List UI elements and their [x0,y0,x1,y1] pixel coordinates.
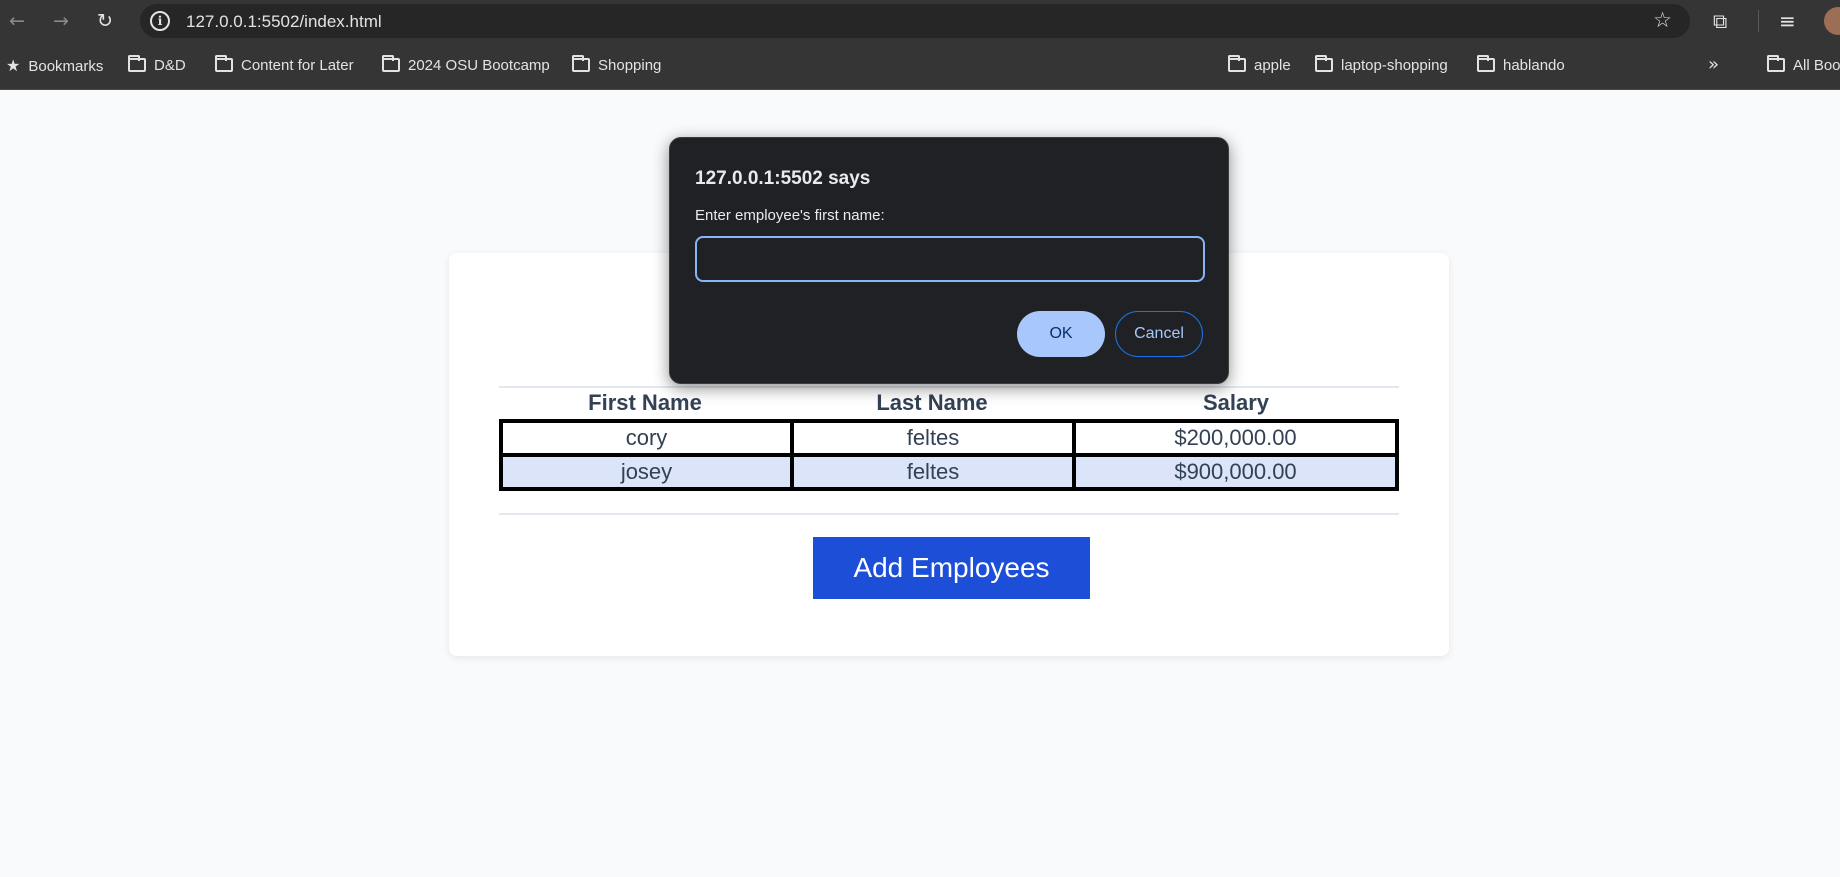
table-row: cory feltes $200,000.00 [503,423,1395,453]
cell-first-name: josey [503,457,790,487]
reload-icon[interactable]: ↻ [92,8,118,34]
bookmark-folder-dnd[interactable]: D&D [128,55,186,76]
dialog-title: 127.0.0.1:5502 says [695,168,871,189]
folder-icon [1315,55,1333,72]
back-arrow-icon[interactable]: ← [4,8,30,34]
header-salary: Salary [1202,390,1270,415]
header-last-name: Last Name [876,390,988,415]
divider-bottom [499,513,1399,515]
browser-toolbar: ← → ↻ i 127.0.0.1:5502/index.html ☆ ⧉ ≡ [0,0,1840,42]
cell-last-name: feltes [794,423,1072,453]
cell-salary: $900,000.00 [1076,457,1395,487]
bookmark-folder-shopping[interactable]: Shopping [572,55,661,76]
cancel-button[interactable]: Cancel [1115,311,1203,357]
url-text[interactable]: 127.0.0.1:5502/index.html [186,12,382,32]
bookmark-folder-apple[interactable]: apple [1228,55,1291,76]
bookmark-folder-content-for-later[interactable]: Content for Later [215,55,354,76]
forward-arrow-icon[interactable]: → [48,8,74,34]
folder-icon [572,55,590,72]
profile-avatar[interactable] [1824,7,1840,35]
folder-icon [382,55,400,72]
star-icon: ★ [6,56,21,75]
dialog-message: Enter employee's first name: [695,207,885,224]
bookmarks-bar: ★ Bookmarks D&D Content for Later 2024 OS… [0,42,1840,90]
roster-table-body: cory feltes $200,000.00 josey feltes $90… [499,419,1399,491]
bookmark-star-icon[interactable]: ☆ [1653,8,1672,32]
bookmarks-overflow-button[interactable]: » [1708,54,1719,75]
cell-last-name: feltes [794,457,1072,487]
folder-icon [215,55,233,72]
toolbar-separator [1758,10,1759,32]
extensions-icon[interactable]: ⧉ [1713,8,1727,34]
site-info-icon[interactable]: i [150,11,170,31]
cell-first-name: cory [503,423,790,453]
address-bar[interactable]: i 127.0.0.1:5502/index.html ☆ [140,4,1690,38]
roster-table-header: First Name Last Name Salary [499,388,1399,418]
bookmark-folder-hablando[interactable]: hablando [1477,55,1565,76]
folder-icon [128,55,146,72]
bookmark-folder-osu-bootcamp[interactable]: 2024 OSU Bootcamp [382,55,550,76]
add-employees-button[interactable]: Add Employees [813,537,1090,599]
first-name-input[interactable] [695,236,1205,282]
prompt-dialog: 127.0.0.1:5502 says Enter employee's fir… [669,137,1229,384]
header-first-name: First Name [588,390,702,415]
cell-salary: $200,000.00 [1076,423,1395,453]
folder-icon [1767,55,1785,72]
folder-icon [1228,55,1246,72]
bookmark-folder-all-bookmarks[interactable]: All Boo [1767,55,1840,76]
bookmark-folder-laptop-shopping[interactable]: laptop-shopping [1315,55,1448,76]
ok-button[interactable]: OK [1017,311,1105,357]
bookmark-bookmarks[interactable]: ★ Bookmarks [6,56,103,76]
page-content: Employee Roster First Name Last Name Sal… [0,91,1840,877]
folder-icon [1477,55,1495,72]
table-row: josey feltes $900,000.00 [503,457,1395,487]
media-queue-icon[interactable]: ≡ [1779,8,1796,34]
